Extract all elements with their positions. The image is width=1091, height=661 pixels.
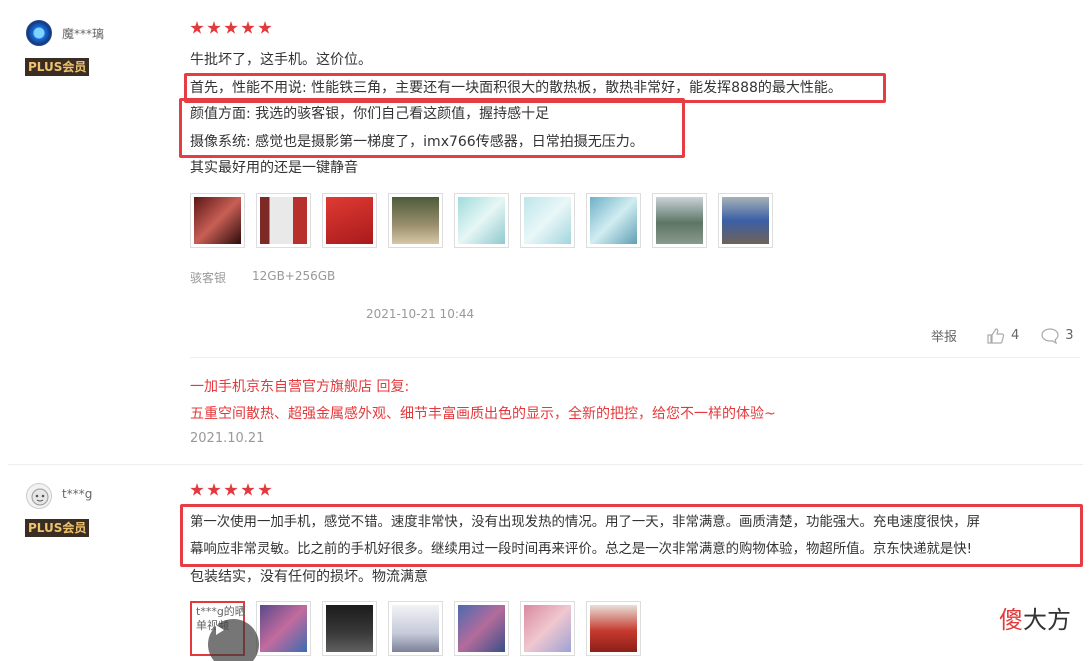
rating-stars — [190, 21, 272, 35]
comment-button[interactable]: 3 — [1041, 327, 1074, 344]
review-images: t***g的晒单视频 — [190, 601, 641, 661]
watermark: 傻大方 — [999, 600, 1071, 635]
photo-thumb — [590, 197, 637, 244]
thumbs-up-icon — [987, 327, 1005, 344]
product-spec: 12GB+256GB — [252, 269, 336, 283]
review-image-thumb[interactable] — [388, 193, 443, 248]
play-icon — [208, 619, 259, 661]
review-image-thumb[interactable] — [586, 193, 641, 248]
merchant-reply-date: 2021.10.21 — [190, 431, 265, 446]
review-image-thumb[interactable] — [322, 601, 377, 656]
review-actions: 举报 4 3 — [931, 326, 1074, 345]
like-button[interactable]: 4 — [987, 327, 1020, 344]
star-icon — [207, 483, 221, 496]
review-image-thumb[interactable] — [718, 193, 773, 248]
photo-thumb — [656, 197, 703, 244]
review-video-thumb[interactable]: t***g的晒单视频 — [190, 601, 259, 661]
star-icon — [224, 483, 238, 496]
review-images — [190, 193, 773, 248]
watermark-text: 大方 — [1023, 606, 1071, 634]
photo-thumb — [326, 605, 373, 652]
star-icon — [258, 483, 272, 496]
photo-thumb — [194, 197, 241, 244]
photo-thumb — [260, 605, 307, 652]
star-icon — [224, 21, 238, 34]
divider — [190, 357, 1080, 358]
comment-count: 3 — [1065, 328, 1074, 343]
review-item: t***g PLUS会员 第一次使用一加手机，感觉不错。速度非常快，没有出现发热… — [0, 465, 1091, 661]
like-count: 4 — [1011, 328, 1020, 343]
photo-thumb — [524, 605, 571, 652]
review-image-thumb[interactable] — [190, 193, 245, 248]
plus-badge: PLUS会员 — [25, 519, 90, 537]
photo-thumb — [590, 605, 637, 652]
photo-thumb — [458, 197, 505, 244]
user-avatar[interactable] — [26, 20, 52, 46]
review-image-thumb[interactable] — [520, 601, 575, 656]
review-image-thumb[interactable] — [586, 601, 641, 656]
review-image-thumb[interactable] — [652, 193, 707, 248]
review-image-thumb[interactable] — [454, 601, 509, 656]
username: t***g — [62, 487, 93, 501]
photo-thumb — [722, 197, 769, 244]
comment-icon — [1041, 327, 1059, 344]
photo-thumb — [326, 197, 373, 244]
highlight-box — [180, 504, 1083, 567]
review-image-thumb[interactable] — [454, 193, 509, 248]
photo-thumb — [392, 605, 439, 652]
review-item: 魔***璃 PLUS会员 牛批坏了，这手机。这价位。 首先，性能不用说: 性能铁… — [0, 0, 1091, 465]
star-icon — [190, 483, 204, 496]
photo-thumb — [524, 197, 571, 244]
rating-stars — [190, 483, 272, 497]
star-icon — [241, 21, 255, 34]
star-icon — [190, 21, 204, 34]
report-link[interactable]: 举报 — [931, 326, 957, 345]
review-image-thumb[interactable] — [388, 601, 443, 656]
star-icon — [241, 483, 255, 496]
plus-badge: PLUS会员 — [25, 58, 90, 76]
photo-thumb — [392, 197, 439, 244]
star-icon — [258, 21, 272, 34]
review-text-line: 牛批坏了，这手机。这价位。 — [190, 52, 372, 68]
review-image-thumb[interactable] — [256, 193, 311, 248]
highlight-box — [179, 98, 685, 158]
review-image-thumb[interactable] — [322, 193, 377, 248]
default-avatar-icon — [31, 488, 49, 506]
product-color: 骇客银 — [190, 271, 227, 285]
review-image-thumb[interactable] — [256, 601, 311, 656]
review-image-thumb[interactable] — [520, 193, 575, 248]
username: 魔***璃 — [62, 27, 105, 41]
photo-thumb — [458, 605, 505, 652]
review-datetime: 2021-10-21 10:44 — [366, 307, 475, 321]
review-text-line: 包装结实，没有任何的损坏。物流满意 — [190, 569, 428, 585]
merchant-reply-header: 一加手机京东自营官方旗舰店 回复: — [190, 379, 410, 395]
photo-thumb — [260, 197, 307, 244]
review-text-line: 其实最好用的还是一键静音 — [190, 160, 358, 176]
user-avatar[interactable] — [26, 483, 52, 509]
star-icon — [207, 21, 221, 34]
merchant-reply-text: 五重空间散热、超强金属感外观、细节丰富画质出色的显示，全新的把控，给您不一样的体… — [190, 406, 776, 422]
watermark-char: 傻 — [999, 606, 1023, 634]
